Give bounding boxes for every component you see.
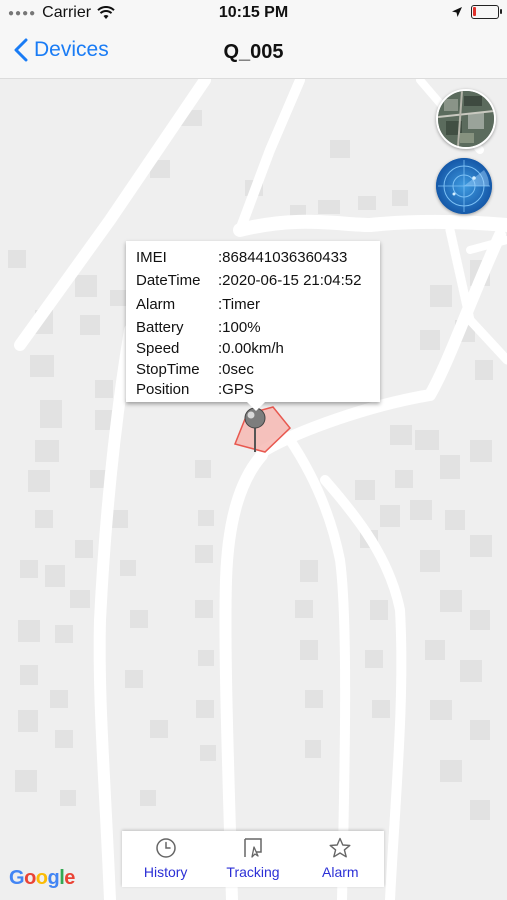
alarm-button[interactable]: Alarm [297,831,384,887]
map-view[interactable] [0,79,507,900]
info-value: :Timer [218,296,260,313]
history-button-label: History [143,864,188,880]
location-pin-icon[interactable] [242,406,268,454]
map-type-button[interactable] [436,89,496,149]
google-logo: Google [9,867,75,889]
history-button[interactable]: History [122,831,209,887]
alarm-button-label: Alarm [322,864,359,880]
info-label: Speed [136,340,180,357]
device-info-popup: IMEI :868441036360433 DateTime :2020-06-… [126,241,380,402]
star-icon [329,837,351,858]
page-title: Q_005 [223,41,284,63]
satellite-thumbnail-icon [438,91,494,147]
clock-icon [155,838,176,858]
info-value: :2020-06-15 21:04:52 [218,272,362,289]
status-right [451,5,502,19]
info-label: Alarm [136,296,176,313]
info-label: IMEI [136,249,167,266]
status-time: 10:15 PM [218,4,289,21]
info-value: :868441036360433 [218,249,348,266]
tracking-button-label: Tracking [226,864,280,880]
tracking-icon [244,838,262,858]
battery-icon [471,5,502,19]
radar-icon [436,158,492,214]
radar-button[interactable] [436,158,492,214]
info-label: StopTime [136,361,200,378]
map-roads [8,79,507,900]
battery-level [473,7,476,16]
popup-tail [246,401,266,411]
info-value: :GPS [218,381,254,398]
bottom-toolbar: History Tracking Alarm [122,831,384,887]
tracking-button[interactable]: Tracking [209,831,296,887]
status-bar: ●●●● Carrier 10:15 PM [0,0,507,28]
info-label: DateTime [136,272,201,289]
info-value: :100% [218,319,261,336]
location-arrow-icon [452,7,462,17]
info-value: :0sec [218,361,254,378]
info-label: Position [136,381,190,398]
info-value: :0.00km/h [218,340,284,357]
navigation-bar: Devices Q_005 [0,28,507,79]
info-label: Battery [136,319,184,336]
